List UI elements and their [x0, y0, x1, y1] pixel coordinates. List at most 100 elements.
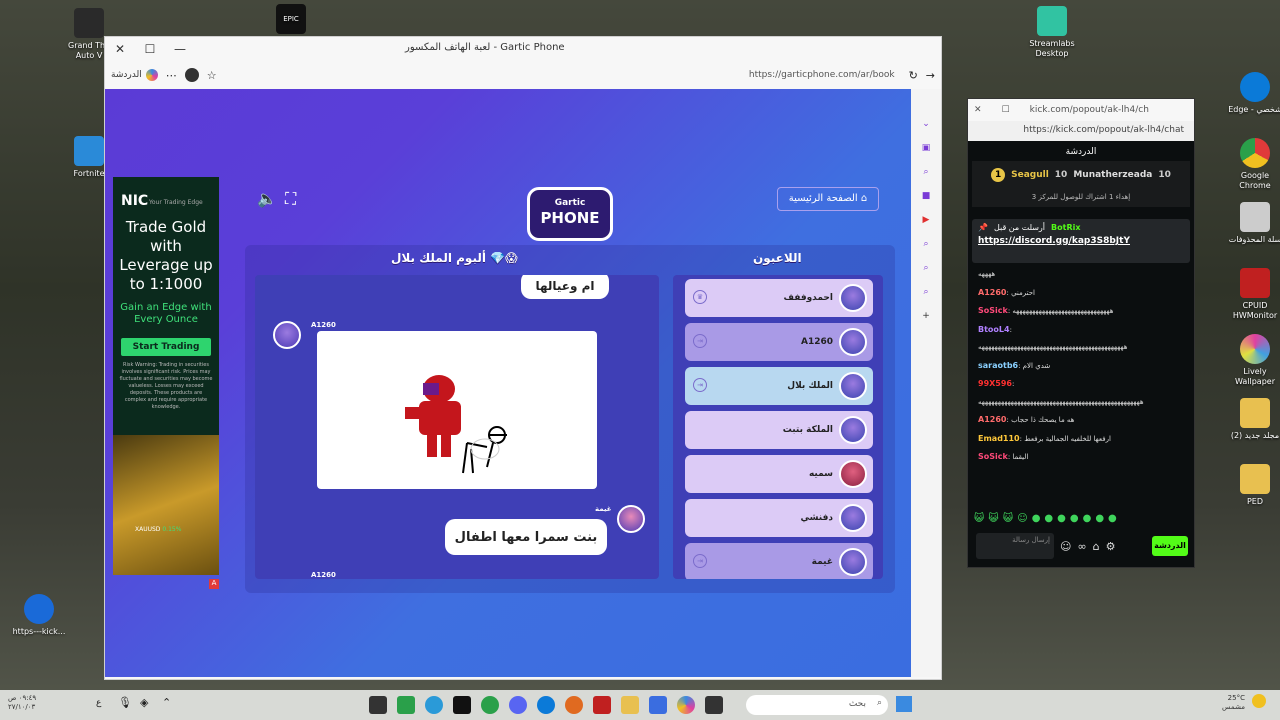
settings-icon[interactable]: ⚙ — [1106, 540, 1116, 553]
player-row[interactable]: ⇥ A1260 — [685, 323, 873, 361]
store-icon[interactable] — [649, 696, 667, 714]
browser-window: ✕ ☐ — لعبة الهاتف المكسور - Gartic Phone… — [104, 36, 942, 680]
desktop-icon-chrome[interactable]: Google Chrome — [1224, 138, 1280, 191]
sound-icon[interactable]: 🔈 — [257, 189, 277, 208]
ad-choices-badge[interactable]: A — [209, 579, 219, 589]
microphone-icon[interactable]: 🎙 — [118, 696, 132, 709]
search-icon[interactable]: ⌕ — [923, 263, 928, 273]
ad-brand-tag: Your Trading Edge — [149, 199, 203, 206]
folder-icon[interactable] — [621, 696, 639, 714]
desktop-icon-new-folder-2[interactable]: (2) مجلد جديد — [1224, 398, 1280, 441]
close-window-button[interactable]: ✕ — [974, 105, 982, 115]
drawer-name: A1260 — [311, 321, 336, 329]
language-indicator[interactable]: ع — [96, 698, 101, 708]
discord-icon[interactable] — [509, 696, 527, 714]
folder-icon — [1240, 464, 1270, 494]
album-title: ألبوم الملك بلال 💎😱 — [391, 251, 518, 265]
profile-avatar[interactable] — [184, 68, 199, 82]
desktop-icon-ped[interactable]: PED — [1224, 464, 1280, 507]
gold-bars-image — [113, 435, 219, 575]
desktop-icon-kick-shortcut[interactable]: https---kick... — [8, 594, 70, 637]
app-icon[interactable]: ■ — [922, 191, 931, 201]
pinned-message[interactable]: 📌 أرسلت من قبل BotRix https://discord.gg… — [972, 219, 1190, 263]
ad-start-trading-button[interactable]: Start Trading — [121, 338, 211, 356]
xbox-icon[interactable] — [481, 696, 499, 714]
chat-input[interactable]: إرسال رسالة — [976, 533, 1054, 559]
youtube-icon[interactable]: ▶ — [923, 215, 930, 225]
windows-start-icon[interactable] — [896, 696, 912, 712]
player-row[interactable]: ⇥ غيمة — [685, 543, 873, 579]
app-icon[interactable] — [369, 696, 387, 714]
leader-user-1[interactable]: Seagull — [1011, 170, 1049, 180]
home-button[interactable]: الصفحة الرئيسية ⌂ — [777, 187, 879, 211]
weather[interactable]: 25°C مشمس — [1222, 694, 1245, 712]
clock[interactable]: ٠٩:٤٩ ص ٢٧/١٠/٠٣ — [8, 694, 36, 712]
link-icon[interactable]: ∞ — [1077, 540, 1086, 553]
desktop-icon-lively[interactable]: Lively Wallpaper — [1224, 334, 1280, 387]
taskbar-search[interactable]: بحث ⌕ — [746, 695, 888, 715]
copilot-icon[interactable] — [677, 696, 695, 714]
network-icon[interactable]: ◈ — [140, 696, 148, 709]
player-row[interactable]: دفنشي — [685, 499, 873, 537]
chat-input-row: إرسال رسالة ☺ ∞ ⌂ ⚙ الدردشة — [972, 531, 1192, 561]
desktop-icon-recycle-bin[interactable]: سلة المحذوفات — [1224, 202, 1280, 245]
desktop-icon-streamlabs[interactable]: Streamlabs Desktop — [1021, 6, 1083, 59]
desktop-icon-epic[interactable]: EPIC GAMES — [260, 4, 322, 53]
gift-note: إهداء 1 اشتراك للوصول للمركز 3 — [1031, 192, 1131, 201]
acrobat-icon[interactable] — [593, 696, 611, 714]
ad-headline: Trade Gold with Leverage up to 1:1000 — [119, 218, 213, 293]
window-title: لعبة الهاتف المكسور - Gartic Phone — [405, 42, 565, 53]
player-row[interactable]: سميه — [685, 455, 873, 493]
telegram-icon[interactable] — [425, 696, 443, 714]
forward-icon[interactable]: → — [926, 69, 935, 82]
chevron-up-icon[interactable]: ⌃ — [162, 696, 171, 709]
kick-url-field[interactable]: https://kick.com/popout/ak-lh4/chat — [968, 121, 1194, 141]
app-icon[interactable] — [705, 696, 723, 714]
minimize-window-button[interactable]: — — [165, 42, 195, 56]
reload-icon[interactable]: ↻ — [909, 69, 918, 82]
favorites-icon[interactable]: ☆ — [207, 69, 217, 82]
store-icon[interactable]: ⌂ — [1093, 540, 1100, 553]
desktop-icon-hwmonitor[interactable]: CPUID HWMonitor — [1224, 268, 1280, 321]
more-icon[interactable]: ⋯ — [166, 69, 177, 82]
leaderboard: 1 Seagull 10 Munatherzeada 10 إهداء 1 اش… — [972, 161, 1190, 207]
epic-games-icon[interactable] — [453, 696, 471, 714]
discord-link[interactable]: https://discord.gg/kap3S8bJtY — [978, 236, 1184, 246]
player-row[interactable]: ♛ احمدوففف — [685, 279, 873, 317]
drawer-avatar — [273, 321, 301, 349]
close-window-button[interactable]: ✕ — [105, 42, 135, 56]
chevron-down-icon[interactable]: ⌄ — [922, 119, 930, 129]
advertisement[interactable]: NIC Your Trading Edge Trade Gold with Le… — [113, 177, 219, 575]
emoji-icon[interactable]: ☺ — [1060, 540, 1071, 553]
search-icon[interactable]: ⌕ — [923, 239, 928, 249]
leader-user-2[interactable]: Munatherzeada — [1073, 170, 1152, 180]
twitch-icon[interactable]: ▣ — [922, 143, 931, 153]
emote-bar[interactable]: 😺😺😺☺●●●●●●● — [974, 513, 1121, 524]
desktop-icon-edge-2[interactable]: Edge - شخصي — [1224, 72, 1280, 115]
url-field[interactable]: https://garticphone.com/ar/book — [225, 70, 901, 80]
maximize-window-button[interactable]: ☐ — [1002, 105, 1010, 115]
search-icon[interactable]: ⌕ — [923, 167, 928, 177]
edge-icon[interactable] — [537, 696, 555, 714]
fullscreen-icon[interactable]: ⛶ — [285, 189, 296, 209]
player-row-active[interactable]: ⇥ الملك بلال — [685, 367, 873, 405]
player-avatar — [839, 548, 867, 576]
player-row[interactable]: الملكة بتبت — [685, 411, 873, 449]
book-panel: ألبوم الملك بلال 💎😱 اللاعبون ام وعيالها … — [245, 245, 895, 593]
epic-games-icon: EPIC GAMES — [276, 4, 306, 53]
add-icon[interactable]: + — [922, 311, 930, 321]
album-view[interactable]: ام وعيالها A1260 غيمة بنت سمرا معها اطفا… — [255, 275, 659, 579]
edge-icon — [24, 594, 54, 624]
maximize-window-button[interactable]: ☐ — [135, 42, 165, 56]
search-icon[interactable]: ⌕ — [923, 287, 928, 297]
chat-button[interactable]: الدردشة — [111, 69, 158, 81]
app-icon[interactable] — [397, 696, 415, 714]
chat-message: saraotb6: شدي الام — [978, 360, 1051, 370]
chat-messages: ههههه A1260: احترمني SoSick: ههههههههههه… — [968, 263, 1194, 477]
chat-message: هههههههههههههههههههههههههههههههههههههههه… — [978, 397, 1144, 406]
chat-message: SoSick: اليقما — [978, 452, 1029, 461]
edge-icon — [1240, 72, 1270, 102]
chat-send-button[interactable]: الدردشة — [1152, 536, 1188, 556]
app-icon[interactable] — [565, 696, 583, 714]
chrome-icon — [1240, 138, 1270, 168]
